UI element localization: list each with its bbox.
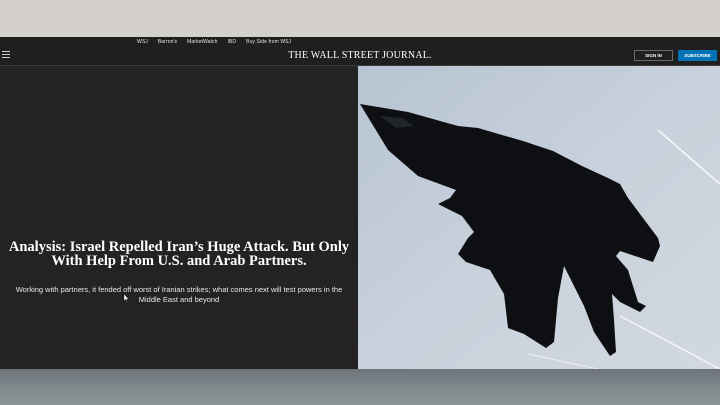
utility-nav: WSJ Barron's MarketWatch IBD Buy Side fr… — [0, 37, 720, 46]
hero-text-panel: Analysis: Israel Repelled Iran’s Huge At… — [0, 66, 358, 369]
mouse-pointer-icon — [124, 294, 129, 302]
browser-viewport: WSJ Barron's MarketWatch IBD Buy Side fr… — [0, 37, 720, 369]
utility-link-wsj[interactable]: WSJ — [137, 39, 148, 45]
utility-link-barrons[interactable]: Barron's — [158, 39, 177, 45]
utility-link-buy-side[interactable]: Buy Side from WSJ — [246, 39, 291, 45]
subscribe-button[interactable]: SUBSCRIBE — [678, 50, 717, 61]
top-background — [0, 0, 720, 37]
fighter-jet-photo — [358, 66, 720, 369]
utility-link-marketwatch[interactable]: MarketWatch — [187, 39, 217, 45]
utility-link-ibd[interactable]: IBD — [228, 39, 237, 45]
wsj-masthead-logo[interactable]: THE WALL STREET JOURNAL. — [0, 50, 720, 61]
sign-in-button[interactable]: SIGN IN — [634, 50, 673, 61]
site-header: THE WALL STREET JOURNAL. SIGN IN SUBSCRI… — [0, 46, 720, 66]
hero-dek: Working with partners, it fended off wor… — [15, 285, 343, 304]
hero-image[interactable] — [358, 66, 720, 369]
bottom-background — [0, 369, 720, 405]
hero-headline[interactable]: Analysis: Israel Repelled Iran’s Huge At… — [8, 240, 350, 269]
